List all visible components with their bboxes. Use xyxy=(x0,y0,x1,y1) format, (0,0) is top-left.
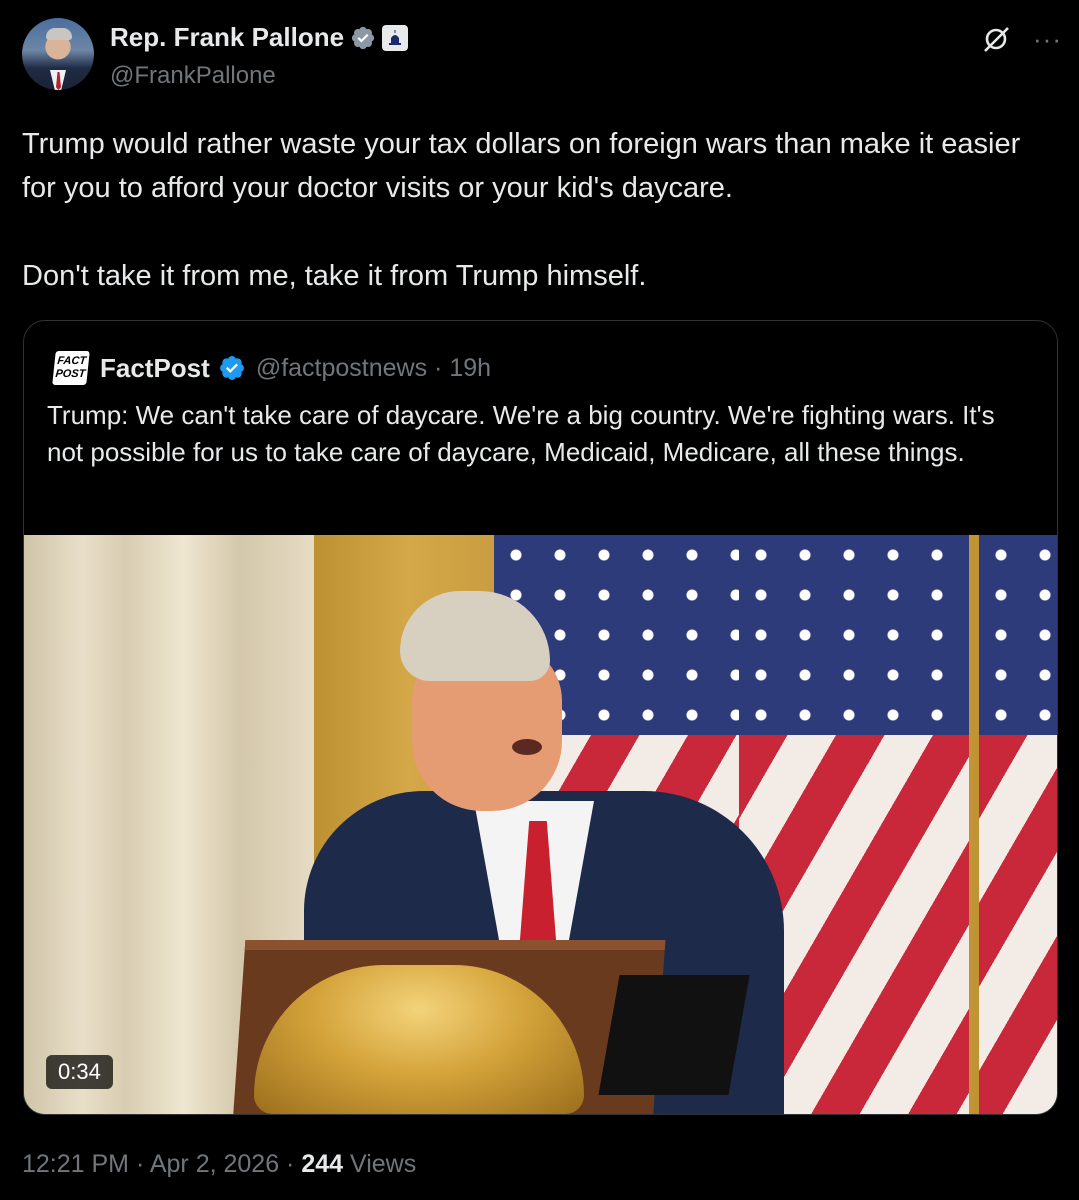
quoted-tweet-text: Trump: We can't take care of daycare. We… xyxy=(47,400,995,467)
display-name[interactable]: Rep. Frank Pallone xyxy=(110,22,344,53)
more-options-icon[interactable]: ··· xyxy=(1033,26,1062,52)
quoted-author-name[interactable]: FactPost xyxy=(100,353,210,384)
author-handle[interactable]: @FrankPallone xyxy=(110,62,276,90)
author-name-row: Rep. Frank Pallone xyxy=(110,22,409,53)
capitol-building-icon[interactable] xyxy=(382,24,409,51)
us-flag xyxy=(979,535,1057,1114)
video-duration-badge: 0:34 xyxy=(46,1055,113,1089)
avatar[interactable] xyxy=(22,18,94,90)
views-count: 244 xyxy=(301,1150,344,1178)
tweet-timestamp[interactable]: 12:21 PM · Apr 2, 2026 · xyxy=(22,1150,301,1178)
tweet-header: Rep. Frank Pallone @FrankPallone ··· xyxy=(22,18,1062,94)
video-player[interactable]: 0:34 xyxy=(24,535,1057,1114)
quoted-tweet-header: FACT POST FactPost @factpostnews · 19h xyxy=(52,351,491,385)
teleprompter xyxy=(598,975,750,1095)
tweet-actions-top: ··· xyxy=(981,24,1062,54)
tweet-metadata: 12:21 PM · Apr 2, 2026 · 244 Views xyxy=(22,1150,416,1179)
verified-badge-icon[interactable] xyxy=(350,25,376,51)
verified-badge-icon[interactable] xyxy=(218,354,246,382)
factpost-logo: FACT POST xyxy=(52,351,90,385)
views-label: Views xyxy=(343,1150,417,1178)
quoted-author-handle-time[interactable]: @factpostnews · 19h xyxy=(256,354,491,383)
grok-icon[interactable] xyxy=(981,24,1011,54)
tweet-text: Trump would rather waste your tax dollar… xyxy=(22,128,1021,292)
quoted-tweet[interactable]: FACT POST FactPost @factpostnews · 19h T… xyxy=(23,320,1058,1115)
